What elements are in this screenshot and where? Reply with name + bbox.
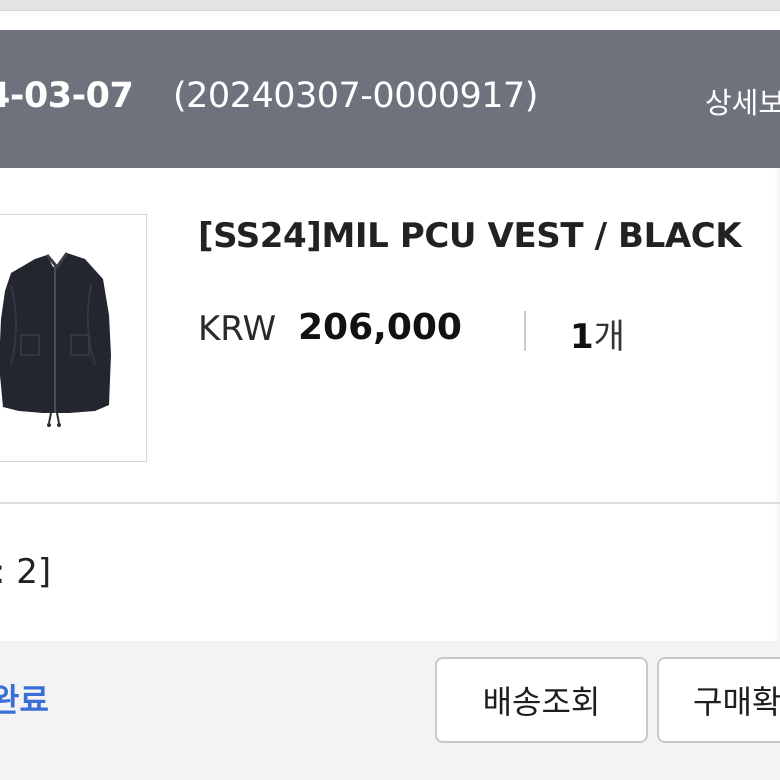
price-amount: 206,000 — [298, 307, 462, 348]
price-divider — [524, 311, 526, 351]
delivery-tracking-label: 배송조회 — [482, 683, 601, 721]
top-strip — [0, 0, 780, 11]
option-text: : 2] — [0, 552, 52, 592]
section-divider — [0, 502, 780, 504]
price-currency: KRW — [198, 309, 277, 349]
quantity-unit: 개 — [593, 317, 625, 357]
quantity-number: 1 — [570, 317, 594, 357]
purchase-confirm-label: 구매확 — [693, 683, 780, 721]
right-edge-shadow — [774, 168, 780, 641]
order-history-screen: 4-03-07 (20240307-0000917) 상세보 [SS24]MIL… — [0, 0, 780, 780]
delivery-tracking-button[interactable]: 배송조회 — [435, 657, 648, 743]
product-thumbnail[interactable] — [0, 214, 147, 462]
order-date: 4-03-07 — [0, 76, 134, 116]
order-status: 완료 — [0, 681, 49, 719]
product-name[interactable]: [SS24]MIL PCU VEST / BLACK — [198, 216, 742, 256]
quantity: 1개 — [570, 309, 625, 358]
black-vest-image — [0, 252, 111, 427]
order-detail-link[interactable]: 상세보 — [705, 80, 780, 122]
order-number: (20240307-0000917) — [173, 76, 538, 116]
purchase-confirm-button[interactable]: 구매확 — [657, 657, 780, 743]
